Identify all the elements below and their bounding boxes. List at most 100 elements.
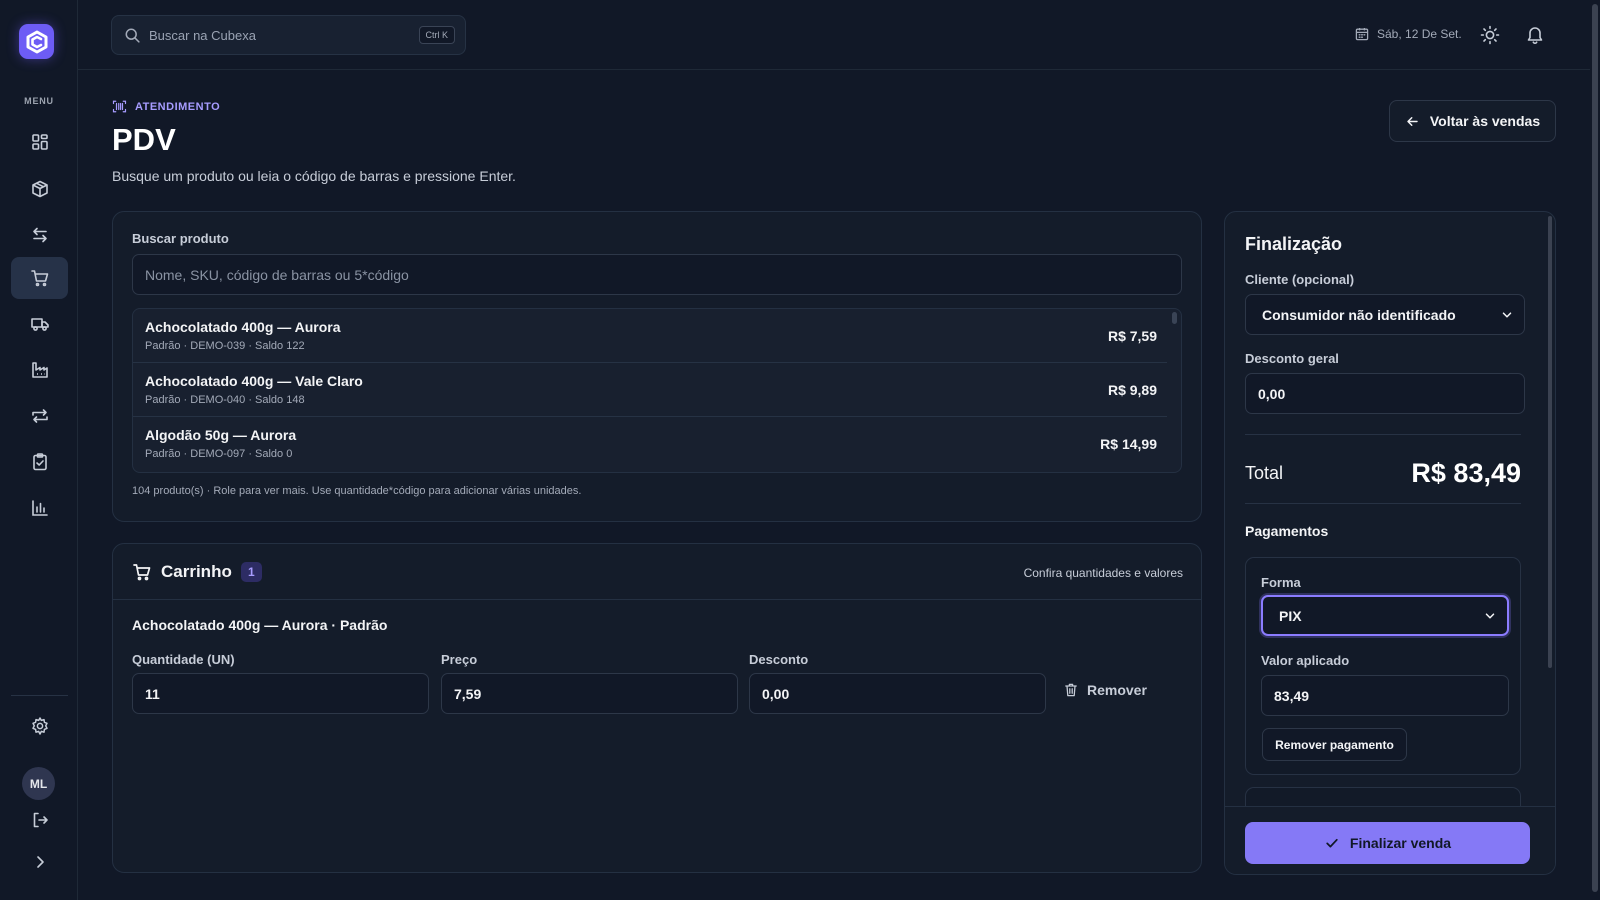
trash-icon: [1065, 683, 1077, 697]
product-name: Achocolatado 400g — Vale Claro: [145, 373, 363, 389]
payment-amount-input[interactable]: 83,49: [1261, 675, 1509, 716]
panel-scrollbar[interactable]: [1548, 216, 1552, 668]
client-label: Cliente (opcional): [1245, 272, 1355, 287]
remove-payment-button[interactable]: Remover pagamento: [1262, 728, 1407, 761]
client-select-value: Consumidor não identificado: [1262, 306, 1456, 323]
menu-label: MENU: [24, 96, 54, 106]
nav-products[interactable]: [11, 168, 68, 210]
product-search-card: Buscar produto Nome, SKU, código de barr…: [112, 211, 1202, 522]
total-label: Total: [1245, 462, 1284, 483]
product-meta: Padrão · DEMO-040 · Saldo 148: [145, 394, 305, 406]
product-search-label: Buscar produto: [132, 231, 229, 246]
payment-amount-label: Valor aplicado: [1261, 653, 1350, 668]
payment-method-label: Forma: [1261, 575, 1301, 590]
payment-entry: Forma PIX Valor aplicado 83,49 Remover p…: [1245, 557, 1521, 775]
nav-returns[interactable]: [11, 395, 68, 437]
transfer-arrows-icon: [32, 227, 47, 243]
product-row[interactable]: Algodão 50g — Aurora Padrão · DEMO-097 ·…: [133, 417, 1167, 471]
factory-icon: [31, 362, 48, 378]
nav-tasks[interactable]: [11, 441, 68, 483]
section-eyebrow: ATENDIMENTO: [112, 99, 220, 114]
price-label: Preço: [441, 652, 478, 667]
divider: [1245, 503, 1521, 504]
total-row: Total R$ 83,49: [1245, 448, 1521, 498]
cart-icon: [133, 564, 151, 581]
total-value: R$ 83,49: [1411, 457, 1521, 488]
discount-label: Desconto: [749, 652, 809, 667]
quantity-label: Quantidade (UN): [132, 652, 235, 667]
cubexa-logo-icon[interactable]: [19, 24, 54, 59]
nav-settings[interactable]: [11, 705, 68, 747]
check-icon: [1326, 838, 1338, 848]
chevron-down-icon: [1485, 612, 1495, 619]
cart-icon: [30, 270, 48, 287]
payment-method-value: PIX: [1279, 607, 1302, 624]
chevron-down-icon: [1502, 311, 1512, 318]
cart-item-name: Achocolatado 400g — Aurora · Padrão: [132, 617, 388, 633]
discount-input[interactable]: 0,00: [749, 673, 1046, 714]
product-name: Algodão 50g — Aurora: [145, 427, 297, 443]
logout-icon: [33, 812, 48, 828]
gear-icon: [31, 717, 48, 735]
finalization-footer: Finalizar venda: [1225, 806, 1555, 874]
notifications-button[interactable]: [1525, 25, 1545, 45]
nav-movements[interactable]: [11, 214, 68, 256]
truck-icon: [30, 318, 49, 331]
product-row[interactable]: Achocolatado 400g — Aurora Padrão · DEMO…: [133, 309, 1167, 363]
sidebar-divider: [11, 695, 68, 696]
product-meta: Padrão · DEMO-097 · Saldo 0: [145, 448, 293, 460]
avatar[interactable]: ML: [22, 767, 55, 800]
page-scrollbar-thumb[interactable]: [1592, 4, 1598, 892]
date-text: Sáb, 12 De Set.: [1377, 27, 1462, 41]
general-discount-label: Desconto geral: [1245, 351, 1339, 366]
nav-sales[interactable]: [11, 257, 68, 299]
back-to-sales-button[interactable]: Voltar às vendas: [1389, 100, 1556, 142]
bar-chart-icon: [31, 500, 48, 516]
divider: [1245, 434, 1521, 435]
finalization-title: Finalização: [1245, 234, 1343, 254]
theme-toggle-button[interactable]: [1480, 25, 1500, 45]
page-subtitle: Busque um produto ou leia o código de ba…: [112, 168, 516, 184]
product-search-input[interactable]: Nome, SKU, código de barras ou 5*código: [132, 254, 1182, 295]
page-scrollbar[interactable]: [1590, 0, 1600, 900]
back-button-label: Voltar às vendas: [1429, 113, 1541, 129]
cart-header: Carrinho 1: [132, 562, 262, 582]
repeat-icon: [31, 409, 48, 423]
remove-item-label: Remover: [1087, 682, 1147, 698]
clipboard-check-icon: [32, 453, 47, 471]
nav-deliveries[interactable]: [11, 303, 68, 345]
nav-reports[interactable]: [11, 487, 68, 529]
logout-button[interactable]: [11, 802, 68, 838]
payment-method-select[interactable]: PIX: [1261, 595, 1509, 636]
results-scrollbar[interactable]: [1172, 312, 1177, 324]
finalize-sale-button[interactable]: Finalizar venda: [1245, 822, 1530, 864]
client-select[interactable]: Consumidor não identificado: [1245, 294, 1525, 335]
price-input[interactable]: 7,59: [441, 673, 738, 714]
product-price: R$ 7,59: [1107, 328, 1157, 344]
dashboard-icon: [31, 134, 48, 150]
expand-sidebar-button[interactable]: [11, 845, 68, 879]
calendar-icon: [1355, 28, 1369, 41]
global-search[interactable]: Buscar na Cubexa Ctrl K: [111, 15, 466, 55]
cart-divider: [113, 599, 1201, 600]
eyebrow-label: ATENDIMENTO: [135, 100, 221, 113]
cart-card: Carrinho 1 Confira quantidades e valores…: [112, 543, 1202, 873]
cart-title: Carrinho: [161, 562, 232, 581]
remove-item-button[interactable]: Remover: [1063, 682, 1147, 698]
barcode-scan-icon: [112, 100, 127, 113]
nav-production[interactable]: [11, 349, 68, 391]
payments-title: Pagamentos: [1245, 523, 1329, 539]
cart-hint: Confira quantidades e valores: [1023, 566, 1183, 580]
cart-count-badge: 1: [240, 562, 262, 582]
finalization-panel: Finalização Cliente (opcional) Consumido…: [1224, 211, 1556, 875]
shortcut-badge: Ctrl K: [418, 26, 455, 44]
product-row[interactable]: Achocolatado 400g — Vale Claro Padrão · …: [133, 363, 1167, 417]
general-discount-input[interactable]: 0,00: [1245, 373, 1525, 414]
sidebar: MENU ML: [0, 0, 78, 900]
search-placeholder: Buscar na Cubexa: [149, 27, 256, 43]
product-price: R$ 14,99: [1100, 436, 1157, 452]
quantity-input[interactable]: 11: [132, 673, 429, 714]
box-icon: [31, 180, 48, 198]
nav-dashboard[interactable]: [11, 121, 68, 163]
chevron-right-icon: [36, 856, 44, 868]
